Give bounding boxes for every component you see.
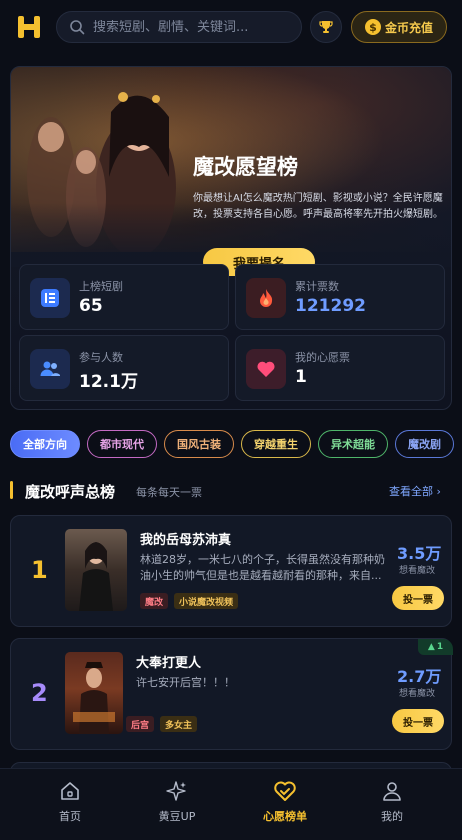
trophy-icon xyxy=(319,21,333,33)
chip-time-travel[interactable]: 穿越重生 xyxy=(241,430,311,458)
stat-label: 累计票数 xyxy=(295,280,339,293)
trophy-button[interactable] xyxy=(310,11,342,43)
users-icon xyxy=(30,349,70,389)
heart-list-icon xyxy=(273,779,297,803)
vote-button[interactable]: 投一票 xyxy=(392,709,444,733)
stat-participants: 参与人数 12.1万 xyxy=(19,335,229,401)
tag: 小说魔改视频 xyxy=(174,593,239,609)
vote-button[interactable]: 投一票 xyxy=(392,586,444,610)
drama-tags: 后宫 多女主 xyxy=(126,716,198,732)
rank-change-value: 1 xyxy=(436,642,444,652)
chip-ancient[interactable]: 国风古装 xyxy=(164,430,234,458)
rank-up-icon: ▲ xyxy=(427,642,435,652)
app-logo-icon[interactable] xyxy=(16,14,42,40)
list-icon xyxy=(30,278,70,318)
stat-value: 65 xyxy=(79,296,103,316)
drama-title: 我的岳母苏沛真 xyxy=(140,533,232,548)
stat-my-wish-votes: 我的心愿票 1 xyxy=(235,335,445,401)
search-input[interactable] xyxy=(93,19,283,35)
chip-all[interactable]: 全部方向 xyxy=(10,430,80,458)
drama-cover-image xyxy=(65,652,123,734)
section-title: 魔改呼声总榜 xyxy=(25,483,116,501)
chip-urban[interactable]: 都市现代 xyxy=(87,430,157,458)
filter-chips: 全部方向 都市现代 国风古装 穿越重生 异术超能 魔改剧 xyxy=(10,430,462,460)
tag: 后宫 xyxy=(126,716,155,732)
nav-label: 心愿榜单 xyxy=(263,810,307,823)
chip-remake[interactable]: 魔改剧 xyxy=(395,430,454,458)
search-icon xyxy=(70,20,85,35)
nav-profile[interactable]: 我的 xyxy=(357,779,427,824)
rank-number: 1 xyxy=(31,556,48,584)
nav-home[interactable]: 首页 xyxy=(35,779,105,824)
recharge-label: 金币充值 xyxy=(384,20,433,35)
stat-label: 我的心愿票 xyxy=(295,351,350,364)
coin-icon: $ xyxy=(364,19,381,35)
vote-count-label: 想看魔改 xyxy=(399,689,436,699)
stat-label: 参与人数 xyxy=(79,351,123,364)
drama-cover-image xyxy=(65,529,127,611)
stat-value: 121292 xyxy=(295,296,366,316)
search-box[interactable] xyxy=(56,11,302,43)
vote-count: 2.7万 xyxy=(397,667,442,686)
stat-value: 12.1万 xyxy=(79,372,138,392)
view-all-link[interactable]: 查看全部 › xyxy=(389,483,441,499)
tag: 魔改 xyxy=(140,593,169,609)
nav-upload[interactable]: 黄豆UP xyxy=(142,779,212,824)
recharge-button[interactable]: $ 金币充值 xyxy=(351,11,447,43)
nav-label: 黄豆UP xyxy=(158,810,196,823)
nav-label: 我的 xyxy=(381,810,403,823)
stat-value: 1 xyxy=(295,367,307,387)
flame-icon xyxy=(246,278,286,318)
tag: 多女主 xyxy=(160,716,198,732)
top-bar: $ 金币充值 xyxy=(0,0,462,52)
drama-description: 许七安开后宫！！！ xyxy=(136,676,235,689)
user-icon xyxy=(380,779,404,803)
hero-title: 魔改愿望榜 xyxy=(193,155,298,179)
drama-title: 大奉打更人 xyxy=(136,656,202,671)
bottom-nav: 首页 黄豆UP 心愿榜单 我的 xyxy=(0,768,462,840)
rank-change-badge: ▲ 1 xyxy=(418,639,453,655)
wish-list-hero: 魔改愿望榜 你最想让AI怎么魔改热门短剧、影视或小说？全民许愿魔改，投票支持各自… xyxy=(10,66,452,410)
drama-description: 林道28岁，一米七八的个子，长得虽然没有那种奶油小生的帅气但是也是越看越耐看的那… xyxy=(140,553,385,582)
nav-wish-list[interactable]: 心愿榜单 xyxy=(250,779,320,824)
hero-description: 你最想让AI怎么魔改热门短剧、影视或小说？全民许愿魔改，投票支持各自心愿。呼声最… xyxy=(193,193,443,220)
chip-supernatural[interactable]: 异术超能 xyxy=(318,430,388,458)
stat-listed-dramas: 上榜短剧 65 xyxy=(19,264,229,330)
home-icon xyxy=(58,779,82,803)
section-subtitle: 每条每天一票 xyxy=(136,486,202,499)
heart-icon xyxy=(246,349,286,389)
section-accent-bar xyxy=(10,481,13,499)
drama-tags: 魔改 小说魔改视频 xyxy=(140,593,239,609)
rank-card-1[interactable]: 1 我的岳母苏沛真 林道28岁，一米七八的个子，长得虽然没有那种奶油小生的帅气但… xyxy=(10,515,452,627)
stat-total-votes: 累计票数 121292 xyxy=(235,264,445,330)
nav-label: 首页 xyxy=(59,810,81,823)
rank-card-2[interactable]: ▲ 1 2 大奉打更人 许七安开后宫！！！ 后宫 多女主 2.7万 想看魔改 投… xyxy=(10,638,453,750)
sparkle-icon xyxy=(165,779,189,803)
stat-label: 上榜短剧 xyxy=(79,280,123,293)
rank-number: 2 xyxy=(31,679,48,707)
vote-count: 3.5万 xyxy=(397,544,442,563)
vote-count-label: 想看魔改 xyxy=(399,566,436,576)
